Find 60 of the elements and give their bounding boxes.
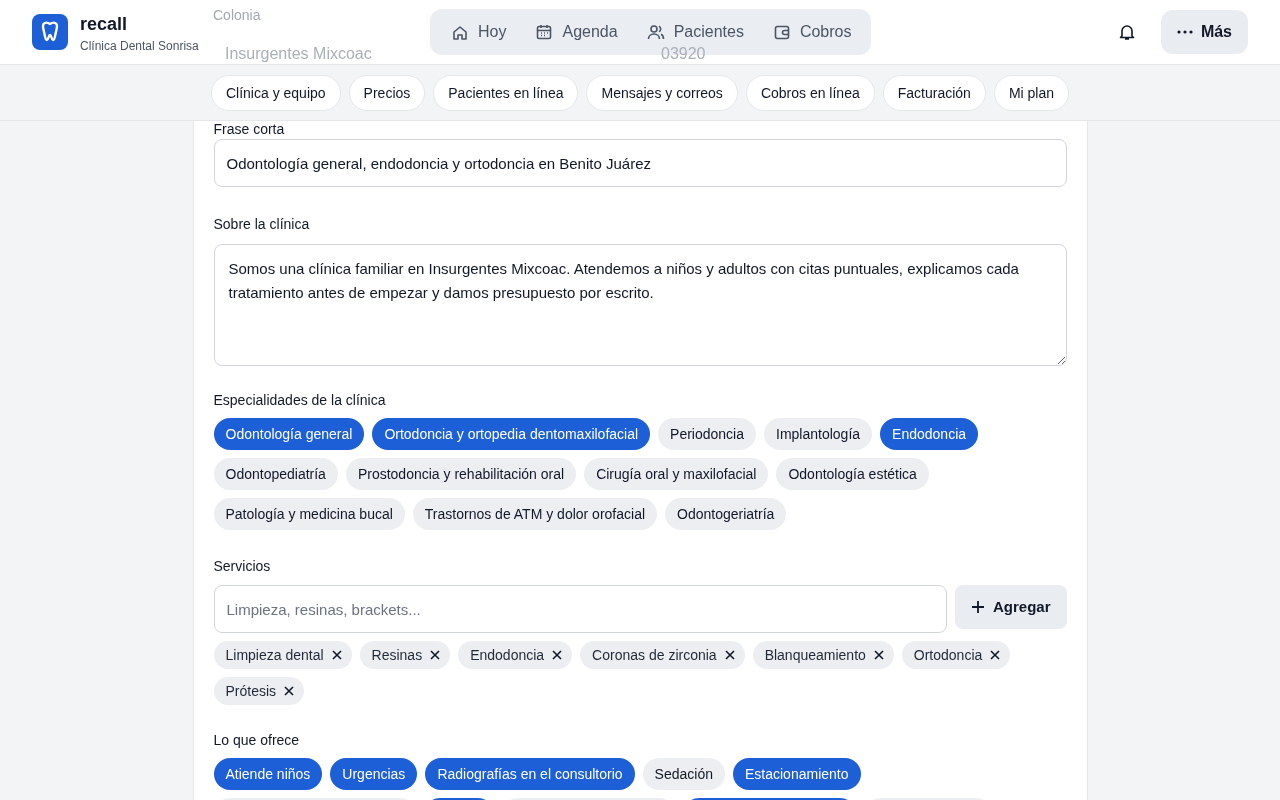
option-chip[interactable]: Patología y medicina bucal	[213, 498, 405, 530]
close-icon[interactable]	[430, 650, 441, 660]
more-icon	[1176, 30, 1193, 34]
option-chip[interactable]: Trastornos de ATM y dolor orofacial	[412, 498, 658, 530]
service-tag: Coronas de zirconia	[580, 641, 745, 669]
more-button[interactable]: Más	[1160, 10, 1248, 54]
option-chip[interactable]: Odontogeriatría	[665, 498, 787, 530]
service-tag: Ortodoncia	[901, 641, 1011, 669]
service-tag: Blanqueamiento	[752, 641, 894, 669]
nav-tab[interactable]: Agenda	[522, 14, 630, 50]
field-label: Sobre la clínica	[213, 215, 311, 234]
option-chip[interactable]: Ortodoncia y ortopedia dentomaxilofacial	[372, 418, 651, 450]
settings-tab[interactable]: Mi plan	[993, 74, 1069, 111]
service-tag: Endodoncia	[458, 641, 573, 669]
option-chip[interactable]: Urgencias	[330, 758, 418, 790]
field-label: Lo que ofrece	[213, 731, 301, 750]
close-icon[interactable]	[331, 650, 342, 660]
field-label: Frase corta	[213, 120, 286, 139]
option-chip[interactable]: Periodoncia	[658, 418, 756, 450]
close-icon[interactable]	[724, 650, 735, 660]
close-icon[interactable]	[990, 650, 1001, 660]
settings-tab[interactable]: Clínica y equipo	[210, 74, 341, 111]
field-value: Insurgentes Mixcoac	[225, 44, 372, 64]
option-chip[interactable]: Radiografías en el consultorio	[425, 758, 635, 790]
settings-tab[interactable]: Mensajes y correos	[586, 74, 738, 111]
close-icon[interactable]	[552, 650, 563, 660]
plus-icon	[970, 600, 985, 614]
option-chip[interactable]: Odontología estética	[776, 458, 929, 490]
close-icon[interactable]	[873, 650, 884, 660]
field-label: Colonia	[213, 7, 261, 23]
text-field[interactable]: Odontología general, endodoncia y ortodoncia en Benito Juárez	[213, 139, 1067, 187]
nav-tab[interactable]: Hoy	[438, 14, 519, 50]
users-icon	[645, 22, 666, 42]
add-button[interactable]: Agregar	[954, 585, 1067, 629]
option-chip[interactable]: Odontopediatría	[213, 458, 338, 490]
option-chip[interactable]: Endodoncia	[880, 418, 979, 450]
settings-tab[interactable]: Pacientes en línea	[433, 74, 579, 111]
settings-tab[interactable]: Facturación	[882, 74, 986, 111]
service-tag: Limpieza dental	[213, 641, 352, 669]
tooth-logo-icon	[32, 14, 68, 50]
option-chip[interactable]: Odontología general	[213, 418, 365, 450]
option-chip[interactable]: Sedación	[642, 758, 725, 790]
service-tag: Prótesis	[213, 677, 305, 705]
app-name: recall	[80, 13, 129, 36]
option-chip[interactable]: Prostodoncia y rehabilitación oral	[345, 458, 577, 490]
settings-tab[interactable]: Cobros en línea	[745, 74, 875, 111]
nav-tab[interactable]: Cobros	[759, 14, 864, 50]
service-tag: Resinas	[359, 641, 451, 669]
option-chip[interactable]: Implantología	[764, 418, 873, 450]
field-label: Servicios	[213, 557, 272, 576]
option-chip[interactable]: Cirugía oral y maxilofacial	[584, 458, 769, 490]
option-chip[interactable]: Atiende niños	[213, 758, 323, 790]
settings-tab[interactable]: Precios	[348, 74, 426, 111]
close-icon[interactable]	[284, 686, 295, 696]
field-value: 03920	[661, 44, 706, 64]
option-chip[interactable]: Estacionamiento	[733, 758, 861, 790]
text-area[interactable]: Somos una clínica familiar en Insurgentes Mixcoac. Atendemos a niños y adultos con citas puntuales, explicamos cada tratamiento antes de empezar y damos presupuesto por escrito.	[213, 244, 1067, 366]
service-input[interactable]: Limpieza, resinas, brackets...	[213, 585, 947, 633]
clinic-name: Clínica Dental Sonrisa	[80, 38, 199, 54]
field-label: Especialidades de la clínica	[213, 391, 387, 410]
